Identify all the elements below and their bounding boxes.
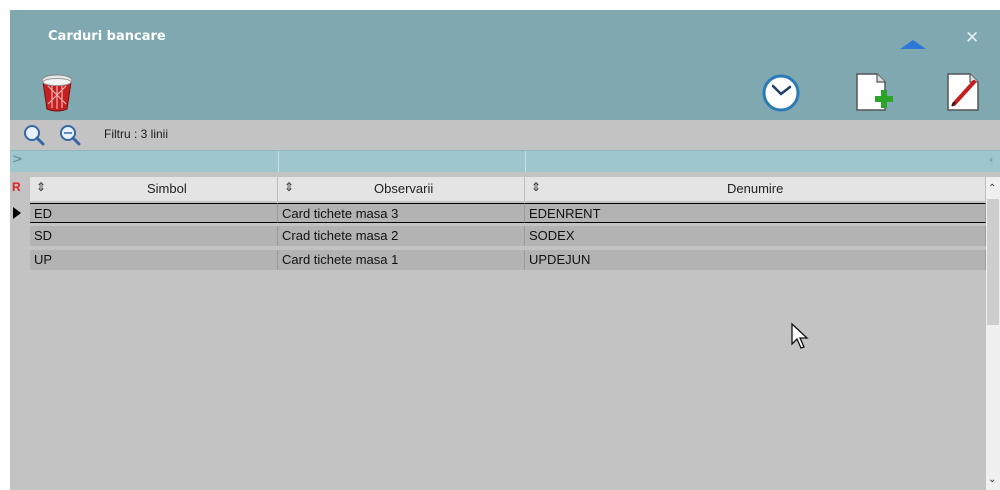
cell-denumire[interactable]: UPDEJUN xyxy=(525,250,986,270)
cell-denumire[interactable]: SODEX xyxy=(525,226,986,246)
column-header-label: Denumire xyxy=(727,181,784,196)
sort-icon[interactable]: ⇕ xyxy=(531,180,541,194)
column-header-label: Observarii xyxy=(374,181,434,196)
cell-observatii[interactable]: Card tichete masa 3 xyxy=(278,203,525,223)
cell-observatii[interactable]: Crad tichete masa 2 xyxy=(278,226,525,246)
current-row-indicator-icon xyxy=(13,207,21,219)
window-title: Carduri bancare xyxy=(48,29,166,44)
scroll-left-chevron-icon[interactable]: ‹ xyxy=(989,153,993,166)
cell-simbol[interactable]: SD xyxy=(30,226,278,246)
cards-window: Carduri bancare ✕ Filtru: 3 linii > ‹ R… xyxy=(10,10,1000,490)
group-by-bar[interactable]: > ‹ xyxy=(10,150,1000,172)
filter-status: Filtru : 3 linii xyxy=(104,127,169,141)
scrollbar-thumb[interactable] xyxy=(987,199,999,325)
zoom-icon[interactable] xyxy=(22,124,46,146)
table-row[interactable]: SD Crad tichete masa 2 SODEX xyxy=(10,226,986,246)
vertical-scrollbar[interactable]: ⌃ ⌄ xyxy=(986,177,1000,490)
zoom-filter-icon[interactable] xyxy=(58,124,82,146)
filter-bar: Filtru : 3 linii xyxy=(10,120,1000,150)
table-row[interactable]: UP Card tichete masa 1 UPDEJUN xyxy=(10,250,986,270)
edit-document-icon[interactable] xyxy=(944,70,982,114)
new-document-icon[interactable] xyxy=(853,70,895,114)
scroll-up-icon[interactable]: ⌃ xyxy=(988,183,996,194)
clock-icon[interactable] xyxy=(762,74,800,112)
collapse-button[interactable] xyxy=(900,40,926,49)
table-row[interactable]: ED Card tichete masa 3 EDENRENT xyxy=(10,203,986,223)
mouse-pointer-icon xyxy=(791,322,809,349)
trash-bin-icon[interactable] xyxy=(40,72,74,112)
group-separator xyxy=(278,151,279,172)
column-header-observatii[interactable]: ⇕ Observarii xyxy=(278,177,525,201)
cell-denumire[interactable]: EDENRENT xyxy=(525,203,986,223)
cell-simbol[interactable]: UP xyxy=(30,250,278,270)
cell-observatii[interactable]: Card tichete masa 1 xyxy=(278,250,525,270)
sort-icon[interactable]: ⇕ xyxy=(36,180,46,194)
title-bar: Carduri bancare ✕ xyxy=(10,10,1000,120)
cell-simbol[interactable]: ED xyxy=(30,203,278,223)
grid-header: ⇕ Simbol ⇕ Observarii ⇕ Denumire xyxy=(10,177,986,201)
scroll-down-icon[interactable]: ⌄ xyxy=(988,474,996,485)
sort-icon[interactable]: ⇕ xyxy=(284,180,294,194)
column-header-label: Simbol xyxy=(147,181,187,196)
column-header-denumire[interactable]: ⇕ Denumire xyxy=(525,177,986,201)
expand-chevron-icon[interactable]: > xyxy=(12,152,23,167)
close-icon[interactable]: ✕ xyxy=(965,30,979,47)
group-separator xyxy=(525,151,526,172)
column-header-simbol[interactable]: ⇕ Simbol xyxy=(30,177,278,201)
